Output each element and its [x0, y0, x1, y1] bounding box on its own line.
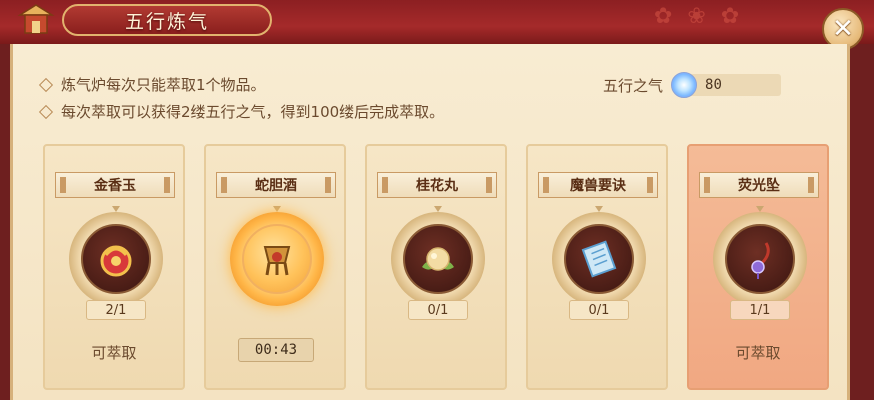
item-count: 0/1 — [569, 300, 629, 320]
item-name: 蛇胆酒 — [255, 178, 297, 194]
item-name: 桂花丸 — [416, 178, 458, 194]
pendant-icon — [725, 224, 795, 294]
item-name-plate: 魔兽要诀 — [538, 172, 658, 198]
item-name-plate: 金香玉 — [55, 172, 175, 198]
info-text-1: 炼气炉每次只能萃取1个物品。 — [61, 76, 266, 94]
item-card-yingguangzhui[interactable]: 荧光坠 1/1 可萃取 — [687, 144, 829, 390]
item-orb-ring — [552, 212, 646, 306]
qi-label: 五行之气 — [603, 76, 664, 95]
qi-value: 80 — [689, 74, 782, 96]
scroll-icon — [564, 224, 634, 294]
items-row: 金香玉 2/1 可萃取 蛇胆酒 00:43 桂花丸 0/1 魔兽要诀 0/1 荧… — [43, 144, 829, 390]
item-card-guihuawan[interactable]: 桂花丸 0/1 — [365, 144, 507, 390]
item-count: 0/1 — [408, 300, 468, 320]
jade-pendant-icon — [81, 224, 151, 294]
window-title: 五行炼气 — [124, 10, 209, 33]
info-line-2: 每次萃取可以获得2缕五行之气，得到100缕后完成萃取。 — [38, 101, 445, 122]
item-card-shedanjiu[interactable]: 蛇胆酒 00:43 — [204, 144, 346, 390]
item-orb-ring — [713, 212, 807, 306]
close-icon: ✕ — [832, 14, 854, 44]
diamond-bullet-icon — [38, 104, 54, 119]
item-name-plate: 蛇胆酒 — [216, 172, 336, 198]
qi-counter: 五行之气 80 — [603, 72, 782, 98]
item-name: 金香玉 — [94, 178, 136, 194]
item-card-jinxiangyu[interactable]: 金香玉 2/1 可萃取 — [43, 144, 185, 390]
item-name: 魔兽要诀 — [570, 178, 626, 194]
item-count: 1/1 — [730, 300, 790, 320]
item-status: 可萃取 — [735, 344, 781, 362]
banner-pattern: ✿ ❀ ✿ — [654, 4, 744, 29]
item-timer: 00:43 — [238, 338, 314, 362]
wine-vessel-icon — [242, 224, 312, 294]
pavilion-emblem-icon — [14, 2, 58, 38]
item-card-moshouyaojue[interactable]: 魔兽要诀 0/1 — [526, 144, 668, 390]
five-element-qi-icon — [671, 72, 698, 98]
item-count: 2/1 — [86, 300, 146, 320]
item-name-plate: 荧光坠 — [699, 172, 819, 198]
item-name: 荧光坠 — [738, 178, 780, 194]
main-panel: 炼气炉每次只能萃取1个物品。 每次萃取可以获得2缕五行之气，得到100缕后完成萃… — [10, 44, 850, 400]
info-text-2: 每次萃取可以获得2缕五行之气，得到100缕后完成萃取。 — [61, 103, 445, 121]
diamond-bullet-icon — [38, 77, 54, 92]
item-status: 可萃取 — [91, 344, 137, 362]
item-name-plate: 桂花丸 — [377, 172, 497, 198]
info-line-1: 炼气炉每次只能萃取1个物品。 — [38, 74, 266, 95]
window-title-tab: 五行炼气 — [62, 4, 272, 36]
osmanthus-pill-icon — [403, 224, 473, 294]
item-orb-ring — [69, 212, 163, 306]
item-orb-ring — [230, 212, 324, 306]
item-orb-ring — [391, 212, 485, 306]
